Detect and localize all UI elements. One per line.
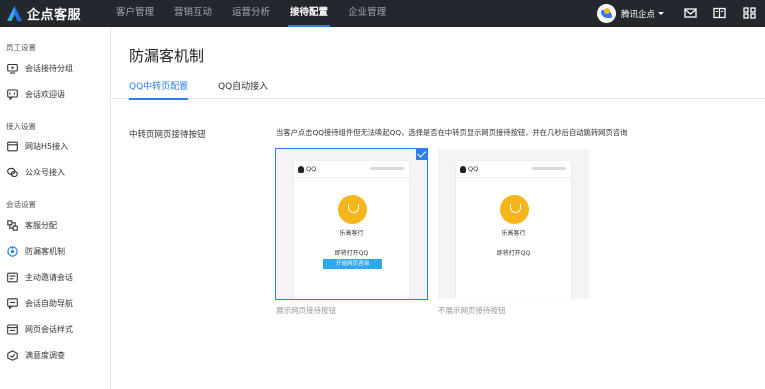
page-title: 防漏客机制 [129, 47, 205, 65]
sidebar-item-label: 满意度调查 [25, 351, 65, 360]
top-bar: 企点客服 客户管理 营销互动 运营分析 接待配置 企业管理 腾讯企点 [0, 0, 765, 27]
logo-text: 企点客服 [27, 7, 82, 23]
chat-icon [7, 89, 18, 100]
nav-icon [7, 298, 18, 309]
sidebar-item-anti-leak[interactable]: 防漏客机制 [0, 243, 110, 261]
group-icon [7, 63, 18, 74]
nav-reception-config[interactable]: 接待配置 [280, 0, 338, 27]
sidebar: 员工设置 会话接待分组 会话欢迎语 接入设置 网站H5接入 公众号接入 会话设置… [0, 27, 111, 389]
org-switcher[interactable]: 腾讯企点 [597, 3, 665, 24]
phone-open-text: 即将打开QQ [496, 250, 531, 257]
field-description: 当客户点击QQ接待组件但无法唤起QQ，选择是否在中转页显示网页接待按钮，并在几秒… [276, 128, 628, 137]
org-avatar [597, 4, 616, 23]
sidebar-item-label: 防漏客机制 [25, 247, 65, 256]
option-caption-hide: 不展示网页接待按钮 [438, 306, 506, 315]
nav-analytics[interactable]: 运营分析 [222, 0, 280, 27]
sidebar-item-official-account[interactable]: 公众号接入 [0, 164, 110, 182]
phone-web-chat-button: 开始网页咨询 [323, 259, 382, 269]
nav-enterprise[interactable]: 企业管理 [338, 0, 396, 27]
main-nav: 客户管理 营销互动 运营分析 接待配置 企业管理 [106, 0, 396, 27]
sidebar-item-label: 会话接待分组 [25, 64, 73, 73]
sidebar-item-label: 网站H5接入 [25, 142, 69, 151]
logo[interactable]: 企点客服 [6, 3, 81, 23]
sidebar-item-label: 网页会话样式 [25, 325, 73, 334]
tab-bar: QQ中转页配置 QQ自动接入 [111, 75, 765, 100]
phone-header: QQ [456, 161, 571, 178]
phone-company-name: 乐高客行 [339, 230, 364, 237]
phone-title: QQ [306, 165, 317, 173]
sidebar-group-access: 接入设置 [6, 122, 36, 131]
invite-icon [7, 272, 18, 283]
sidebar-item-invite[interactable]: 主动邀请会话 [0, 269, 110, 287]
sidebar-item-reception-group[interactable]: 会话接待分组 [0, 60, 110, 78]
caret-down-icon [658, 12, 665, 15]
tab-qq-auto[interactable]: QQ自动接入 [218, 79, 268, 99]
option-caption-show: 展示网页接待按钮 [276, 306, 336, 315]
sidebar-item-welcome[interactable]: 会话欢迎语 [0, 86, 110, 104]
assign-icon [7, 220, 18, 231]
phone-preview: QQ 乐高客行 即将打开QQ 开始网页咨询 [294, 161, 409, 299]
sidebar-item-survey[interactable]: 满意度调查 [0, 347, 110, 365]
logo-icon [7, 5, 22, 21]
book-icon[interactable] [713, 7, 726, 19]
qq-icon [298, 166, 304, 173]
option-card-hide[interactable]: QQ 乐高客行 即将打开QQ [438, 149, 589, 299]
sidebar-item-label: 主动邀请会话 [25, 273, 73, 282]
phone-company-name: 乐高客行 [501, 230, 526, 237]
tab-qq-transfer[interactable]: QQ中转页配置 [129, 79, 189, 100]
sidebar-group-session: 会话设置 [6, 200, 36, 209]
sidebar-item-label: 会话自助导航 [25, 299, 73, 308]
check-icon [416, 148, 428, 160]
smile-icon [500, 195, 529, 224]
sidebar-item-assign[interactable]: 客服分配 [0, 217, 110, 235]
grid-icon[interactable] [743, 7, 756, 19]
field-label: 中转页网页接待按钮 [129, 130, 206, 140]
phone-open-text: 即将打开QQ [334, 250, 369, 257]
sidebar-group-staff: 员工设置 [6, 43, 36, 52]
phone-title: QQ [468, 165, 479, 173]
nav-marketing[interactable]: 营销互动 [164, 0, 222, 27]
style-icon [7, 324, 18, 335]
shield-icon [7, 246, 18, 257]
org-name: 腾讯企点 [621, 9, 656, 20]
sidebar-item-label: 公众号接入 [25, 168, 65, 177]
sidebar-item-label: 客服分配 [25, 221, 57, 230]
qq-icon [460, 166, 466, 173]
sidebar-item-web-style[interactable]: 网页会话样式 [0, 321, 110, 339]
phone-header-bar [370, 167, 404, 170]
web-icon [7, 141, 18, 152]
main-content: 防漏客机制 QQ中转页配置 QQ自动接入 中转页网页接待按钮 当客户点击QQ接待… [111, 27, 765, 389]
nav-customer[interactable]: 客户管理 [106, 0, 164, 27]
sidebar-item-label: 会话欢迎语 [25, 90, 65, 99]
wechat-icon [7, 167, 18, 178]
smile-icon [338, 195, 367, 224]
survey-icon [7, 350, 18, 361]
phone-header-bar [532, 167, 566, 170]
sidebar-item-self-nav[interactable]: 会话自助导航 [0, 295, 110, 313]
phone-preview: QQ 乐高客行 即将打开QQ [456, 161, 571, 299]
mail-icon[interactable] [684, 7, 697, 19]
option-card-show[interactable]: QQ 乐高客行 即将打开QQ 开始网页咨询 [275, 148, 428, 300]
sidebar-item-h5[interactable]: 网站H5接入 [0, 138, 110, 156]
phone-header: QQ [294, 161, 409, 178]
